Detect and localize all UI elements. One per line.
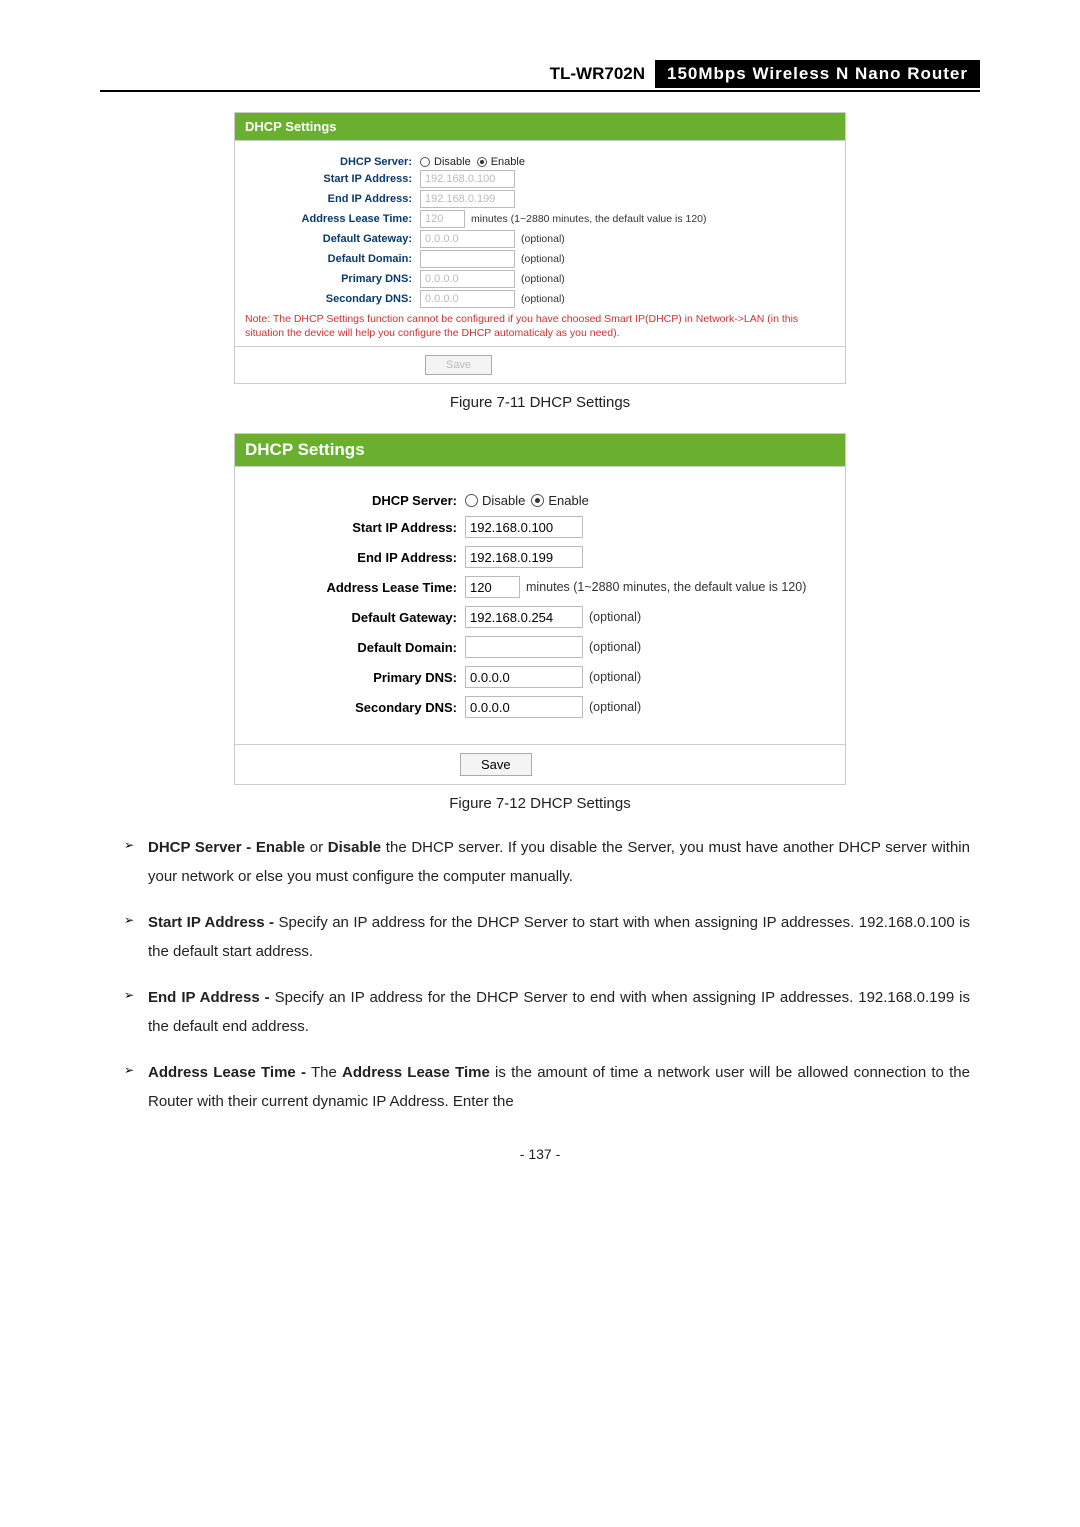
dhcp-settings-panel-enabled: DHCP Settings DHCP Server: Disable Enabl…	[234, 433, 846, 785]
primary-dns-label: Primary DNS:	[245, 670, 465, 685]
dhcp-disable-radio[interactable]: Disable	[420, 156, 471, 168]
default-gateway-input[interactable]	[420, 230, 515, 248]
lease-time-label: Address Lease Time:	[245, 213, 420, 225]
optional-hint: (optional)	[589, 670, 641, 684]
list-item: End IP Address - Specify an IP address f…	[130, 984, 970, 1041]
figure-caption-1: Figure 7-11 DHCP Settings	[100, 394, 980, 411]
bold-text: End IP Address -	[148, 989, 270, 1006]
radio-label: Disable	[482, 493, 525, 508]
list-item: Address Lease Time - The Address Lease T…	[130, 1059, 970, 1116]
dhcp-server-label: DHCP Server:	[245, 156, 420, 168]
text: Specify an IP address for the DHCP Serve…	[148, 989, 970, 1035]
radio-label: Enable	[491, 156, 525, 168]
save-button[interactable]: Save	[425, 355, 492, 375]
list-item: DHCP Server - Enable or Disable the DHCP…	[130, 834, 970, 891]
model-label: TL-WR702N	[540, 60, 655, 88]
primary-dns-input[interactable]	[465, 666, 583, 688]
start-ip-input[interactable]	[420, 170, 515, 188]
radio-icon	[531, 494, 544, 507]
lease-hint: minutes (1~2880 minutes, the default val…	[471, 213, 707, 225]
start-ip-label: Start IP Address:	[245, 173, 420, 185]
dhcp-enable-radio[interactable]: Enable	[477, 156, 525, 168]
default-domain-label: Default Domain:	[245, 640, 465, 655]
text: The	[306, 1064, 342, 1081]
radio-icon	[477, 157, 487, 167]
lease-time-input[interactable]	[420, 210, 465, 228]
model-description: 150Mbps Wireless N Nano Router	[655, 60, 980, 88]
secondary-dns-label: Secondary DNS:	[245, 700, 465, 715]
end-ip-label: End IP Address:	[245, 550, 465, 565]
radio-label: Disable	[434, 156, 471, 168]
figure-caption-2: Figure 7-12 DHCP Settings	[100, 795, 980, 812]
default-gateway-label: Default Gateway:	[245, 233, 420, 245]
secondary-dns-label: Secondary DNS:	[245, 293, 420, 305]
lease-time-label: Address Lease Time:	[245, 580, 465, 595]
bold-text: Address Lease Time -	[148, 1064, 306, 1081]
dhcp-disable-radio[interactable]: Disable	[465, 493, 525, 508]
optional-hint: (optional)	[521, 233, 565, 245]
save-button[interactable]: Save	[460, 753, 532, 776]
page-header: TL-WR702N 150Mbps Wireless N Nano Router	[100, 60, 980, 92]
start-ip-label: Start IP Address:	[245, 520, 465, 535]
end-ip-label: End IP Address:	[245, 193, 420, 205]
optional-hint: (optional)	[521, 293, 565, 305]
bold-text: Disable	[328, 839, 381, 856]
dhcp-server-label: DHCP Server:	[245, 493, 465, 508]
optional-hint: (optional)	[589, 640, 641, 654]
bold-text: Address Lease Time	[342, 1064, 490, 1081]
lease-time-input[interactable]	[465, 576, 520, 598]
panel-title: DHCP Settings	[235, 434, 845, 466]
start-ip-input[interactable]	[465, 516, 583, 538]
text: or	[305, 839, 328, 856]
optional-hint: (optional)	[589, 700, 641, 714]
lease-hint: minutes (1~2880 minutes, the default val…	[526, 580, 806, 594]
radio-icon	[420, 157, 430, 167]
default-gateway-input[interactable]	[465, 606, 583, 628]
end-ip-input[interactable]	[420, 190, 515, 208]
default-gateway-label: Default Gateway:	[245, 610, 465, 625]
radio-icon	[465, 494, 478, 507]
default-domain-label: Default Domain:	[245, 253, 420, 265]
panel-title: DHCP Settings	[235, 113, 845, 140]
dhcp-enable-radio[interactable]: Enable	[531, 493, 588, 508]
bold-text: Start IP Address -	[148, 914, 274, 931]
page-number: - 137 -	[100, 1146, 980, 1162]
dhcp-note: Note: The DHCP Settings function cannot …	[235, 309, 845, 346]
primary-dns-label: Primary DNS:	[245, 273, 420, 285]
optional-hint: (optional)	[521, 273, 565, 285]
optional-hint: (optional)	[521, 253, 565, 265]
end-ip-input[interactable]	[465, 546, 583, 568]
radio-label: Enable	[548, 493, 588, 508]
description-list: DHCP Server - Enable or Disable the DHCP…	[110, 834, 970, 1116]
primary-dns-input[interactable]	[420, 270, 515, 288]
list-item: Start IP Address - Specify an IP address…	[130, 909, 970, 966]
bold-text: DHCP Server - Enable	[148, 839, 305, 856]
secondary-dns-input[interactable]	[465, 696, 583, 718]
optional-hint: (optional)	[589, 610, 641, 624]
default-domain-input[interactable]	[420, 250, 515, 268]
secondary-dns-input[interactable]	[420, 290, 515, 308]
dhcp-settings-panel-disabled: DHCP Settings DHCP Server: Disable Enabl…	[234, 112, 846, 384]
default-domain-input[interactable]	[465, 636, 583, 658]
